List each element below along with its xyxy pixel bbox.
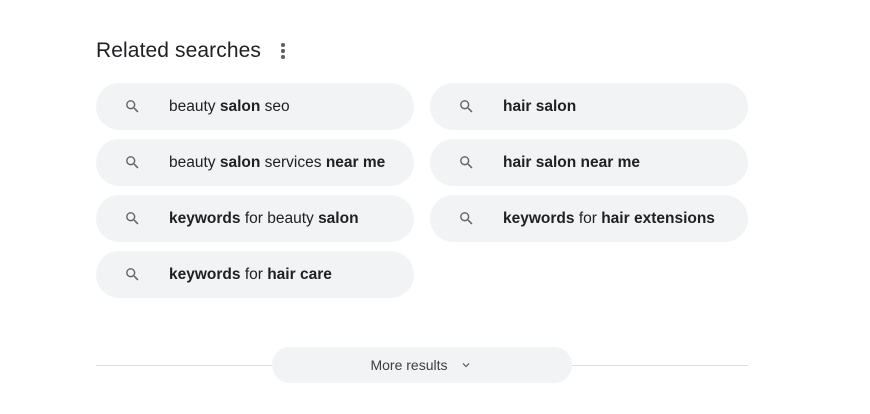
query-highlight: salon	[219, 97, 261, 115]
related-search-chip[interactable]: hair salon	[430, 83, 748, 130]
search-icon	[123, 98, 141, 116]
query-highlight: salon	[219, 153, 261, 171]
query-highlight: hair salon	[503, 97, 577, 115]
query-highlight: salon	[318, 209, 359, 227]
search-icon	[123, 266, 141, 284]
query-highlight: hair care	[267, 265, 332, 283]
search-icon	[123, 154, 141, 172]
query-text: services	[260, 153, 326, 171]
search-icon	[123, 210, 141, 228]
query-text: for	[240, 265, 268, 283]
related-search-label: hair salon near me	[503, 154, 640, 172]
query-highlight: near me	[325, 153, 386, 171]
query-highlight: keywords	[503, 209, 575, 227]
query-text: beauty	[169, 97, 220, 115]
query-text: for	[574, 209, 602, 227]
related-search-chip[interactable]: keywords for hair extensions	[430, 195, 748, 242]
chevron-down-icon	[458, 357, 474, 373]
query-text: beauty	[169, 153, 220, 171]
query-text: for beauty	[240, 209, 319, 227]
related-search-label: beauty salon seo	[169, 98, 290, 116]
search-icon	[457, 154, 475, 172]
related-search-label: keywords for beauty salon	[169, 210, 359, 228]
query-highlight: keywords	[169, 265, 241, 283]
divider-left	[96, 365, 272, 366]
query-text: seo	[260, 97, 290, 115]
query-highlight: keywords	[169, 209, 241, 227]
related-search-label: keywords for hair care	[169, 266, 332, 284]
related-search-chip[interactable]: beauty salon services near me	[96, 139, 414, 186]
related-search-chip[interactable]: keywords for hair care	[96, 251, 414, 298]
related-searches-section: Related searches beauty salon seo hair sa…	[0, 0, 870, 414]
related-search-label: hair salon	[503, 98, 576, 116]
divider-right	[572, 365, 748, 366]
query-highlight: hair salon near me	[503, 153, 640, 171]
more-results-button[interactable]: More results	[272, 347, 572, 383]
more-vert-icon[interactable]	[275, 39, 291, 63]
related-search-label: beauty salon services near me	[169, 154, 385, 172]
related-search-chip[interactable]: hair salon near me	[430, 139, 748, 186]
related-search-chip[interactable]: beauty salon seo	[96, 83, 414, 130]
related-searches-header: Related searches	[96, 36, 291, 66]
search-icon	[457, 210, 475, 228]
section-title: Related searches	[96, 39, 262, 62]
search-icon	[457, 98, 475, 116]
related-search-label: keywords for hair extensions	[503, 210, 715, 228]
query-highlight: hair extensions	[601, 209, 715, 227]
related-searches-grid: beauty salon seo hair salon beauty salon s…	[96, 83, 748, 298]
related-search-chip[interactable]: keywords for beauty salon	[96, 195, 414, 242]
more-results-label: More results	[370, 357, 448, 373]
